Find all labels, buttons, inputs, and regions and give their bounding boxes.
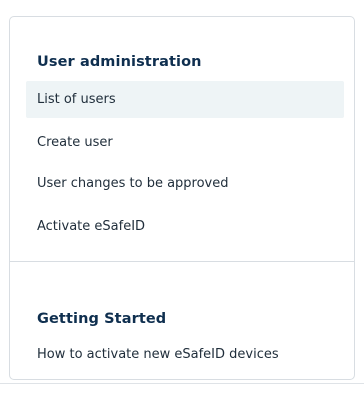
activate-esafeid-link[interactable]: Activate eSafeID xyxy=(26,208,344,245)
list-of-users-link[interactable]: List of users xyxy=(26,81,344,118)
navigation-panel: User administration List of users Create… xyxy=(9,16,355,380)
section-divider xyxy=(10,261,354,262)
page-frame: User administration List of users Create… xyxy=(0,0,364,413)
user-changes-to-be-approved-link[interactable]: User changes to be approved xyxy=(26,165,344,202)
getting-started-heading: Getting Started xyxy=(37,311,167,327)
bottom-edge-line xyxy=(0,383,364,384)
how-to-activate-devices-link[interactable]: How to activate new eSafeID devices xyxy=(37,342,287,368)
user-administration-heading: User administration xyxy=(37,54,202,70)
create-user-link[interactable]: Create user xyxy=(26,124,344,161)
